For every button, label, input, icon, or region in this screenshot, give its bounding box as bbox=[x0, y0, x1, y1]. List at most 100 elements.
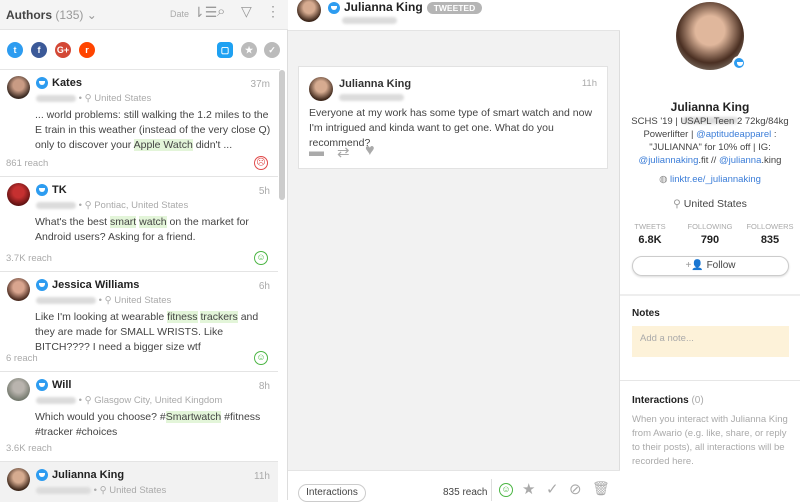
list-item[interactable]: Jessica Williams 6h • ⚲ United States Li… bbox=[0, 272, 278, 372]
handle bbox=[36, 396, 76, 404]
inbox-icon[interactable]: ▢ bbox=[217, 42, 233, 58]
follow-button[interactable]: +👤 Follow bbox=[632, 256, 789, 276]
website-link[interactable]: linktr.ee/_juliannaking bbox=[670, 174, 761, 185]
bio-mention-link[interactable]: @juliannaking bbox=[639, 155, 699, 166]
author-name: TK bbox=[36, 184, 67, 197]
filter-icon[interactable]: ▽ bbox=[241, 3, 252, 20]
post-time: 11h bbox=[581, 78, 597, 89]
authors-panel: Authors (135) ⌄ Date ⇂☰ ⌕ ▽ ⋮ t f G+ r ▢… bbox=[0, 0, 288, 502]
name-text: Will bbox=[52, 379, 72, 391]
conversation-footer: Interactions 835 reach ☺ ★ ✓ ⊘ 🗑 bbox=[288, 470, 620, 502]
handle bbox=[339, 94, 404, 101]
authors-title: Authors bbox=[6, 8, 52, 22]
bio-line: "JULIANNA" for 10% off | IG: bbox=[649, 142, 771, 153]
author-meta: • ⚲ United States bbox=[36, 93, 151, 104]
bio-text: : bbox=[771, 129, 777, 140]
more-icon[interactable]: ⋮ bbox=[266, 3, 280, 20]
avatar bbox=[297, 0, 321, 22]
interactions-button[interactable]: Interactions bbox=[298, 484, 366, 502]
location: Pontiac, United States bbox=[94, 200, 189, 211]
post-author: Julianna King bbox=[339, 78, 412, 90]
bio-line: @juliannaking.fit // @julianna.king bbox=[620, 154, 800, 167]
time: 11h bbox=[254, 471, 270, 482]
handle bbox=[342, 17, 397, 24]
location: United States bbox=[94, 93, 152, 104]
text-segment: Which would you choose? # bbox=[35, 411, 166, 423]
time: 37m bbox=[250, 79, 270, 90]
post-card: Julianna King 11h Everyone at my work ha… bbox=[298, 66, 608, 169]
twitter-icon bbox=[36, 379, 48, 392]
star-icon[interactable]: ★ bbox=[522, 480, 535, 498]
bio-text: .king bbox=[761, 155, 782, 166]
list-item[interactable]: Kates 37m • ⚲ United States ... world pr… bbox=[0, 70, 278, 177]
star-icon[interactable]: ★ bbox=[241, 42, 257, 58]
bio-mention-link[interactable]: @julianna bbox=[719, 155, 761, 166]
reach: 3.7K reach bbox=[6, 253, 52, 264]
search-icon[interactable]: ⌕ bbox=[217, 3, 225, 20]
text-segment: What's the best bbox=[35, 216, 110, 228]
add-user-icon: +👤 bbox=[685, 260, 704, 271]
conversation-panel: Julianna King TWEETED Julianna King 11h E… bbox=[288, 0, 620, 502]
retweet-icon[interactable]: ⇄ bbox=[337, 143, 350, 161]
positive-sentiment-icon[interactable]: ☺ bbox=[254, 351, 268, 365]
stat-tweets: TWEETS 6.8K bbox=[620, 222, 680, 246]
scrollbar[interactable] bbox=[279, 70, 285, 200]
reach: 3.6K reach bbox=[6, 443, 52, 454]
list-item[interactable]: Will 8h • ⚲ Glasgow City, United Kingdom… bbox=[0, 372, 278, 462]
twitter-icon[interactable]: t bbox=[7, 42, 23, 58]
interactions-count: (0) bbox=[691, 395, 704, 406]
mention-text: ... world problems: still walking the 1.… bbox=[35, 108, 275, 153]
keyword-highlight: smart bbox=[109, 216, 137, 228]
profile-website[interactable]: ◍ linktr.ee/_juliannaking bbox=[620, 174, 800, 185]
author-name: Kates bbox=[36, 77, 82, 90]
interactions-title-text: Interactions bbox=[632, 395, 689, 406]
delete-icon[interactable]: 🗑 bbox=[592, 480, 610, 497]
twitter-icon bbox=[732, 56, 746, 70]
like-icon[interactable]: ♥ bbox=[365, 142, 375, 160]
name-text: Jessica Williams bbox=[52, 279, 140, 291]
interactions-title: Interactions (0) bbox=[632, 395, 704, 406]
time: 5h bbox=[258, 186, 270, 197]
check-icon[interactable]: ✓ bbox=[264, 42, 280, 58]
bio-mention-link[interactable]: @aptitudeapparel bbox=[696, 129, 771, 140]
negative-sentiment-icon[interactable]: ☹ bbox=[254, 156, 268, 170]
name-text: Kates bbox=[52, 77, 82, 89]
interactions-empty-text: When you interact with Julianna King fro… bbox=[632, 414, 788, 467]
avatar bbox=[7, 76, 30, 99]
author-name: Will bbox=[36, 379, 72, 392]
stat-label: TWEETS bbox=[634, 222, 666, 231]
location-icon: ⚲ bbox=[84, 93, 92, 104]
authors-dropdown[interactable]: Authors (135) ⌄ bbox=[6, 8, 97, 22]
author-meta: • ⚲ United States bbox=[36, 485, 166, 496]
sort-icon[interactable]: ⇂☰ bbox=[193, 4, 217, 21]
stat-value: 835 bbox=[760, 234, 780, 246]
positive-sentiment-icon[interactable]: ☺ bbox=[499, 483, 513, 497]
bio-text: .fit // bbox=[698, 155, 719, 166]
stat-label: FOLLOWING bbox=[687, 222, 733, 231]
stat-value: 6.8K bbox=[638, 234, 662, 246]
location-text: United States bbox=[683, 198, 747, 210]
conversation-header: Julianna King TWEETED bbox=[288, 0, 620, 31]
reddit-icon[interactable]: r bbox=[79, 42, 95, 58]
block-icon[interactable]: ⊘ bbox=[569, 480, 582, 498]
location-icon: ⚲ bbox=[84, 395, 92, 406]
twitter-icon bbox=[36, 77, 48, 90]
handle bbox=[36, 486, 91, 494]
handle bbox=[36, 201, 76, 209]
reply-icon[interactable]: ▬ bbox=[309, 143, 324, 160]
handle bbox=[36, 94, 76, 102]
notes-input[interactable]: Add a note... bbox=[632, 326, 789, 357]
list-item-selected[interactable]: Julianna King 11h • ⚲ United States bbox=[0, 462, 278, 502]
twitter-icon bbox=[36, 279, 48, 292]
author-name: Julianna King bbox=[36, 469, 124, 482]
avatar bbox=[7, 378, 30, 401]
name-text: TK bbox=[52, 184, 67, 196]
keyword-highlight: Apple Watch bbox=[133, 139, 193, 151]
stat-following: FOLLOWING 790 bbox=[680, 222, 740, 246]
avatar bbox=[7, 468, 30, 491]
check-icon[interactable]: ✓ bbox=[546, 480, 559, 498]
list-item[interactable]: TK 5h • ⚲ Pontiac, United States What's … bbox=[0, 177, 278, 272]
positive-sentiment-icon[interactable]: ☺ bbox=[254, 251, 268, 265]
facebook-icon[interactable]: f bbox=[31, 42, 47, 58]
google-plus-icon[interactable]: G+ bbox=[55, 42, 71, 58]
